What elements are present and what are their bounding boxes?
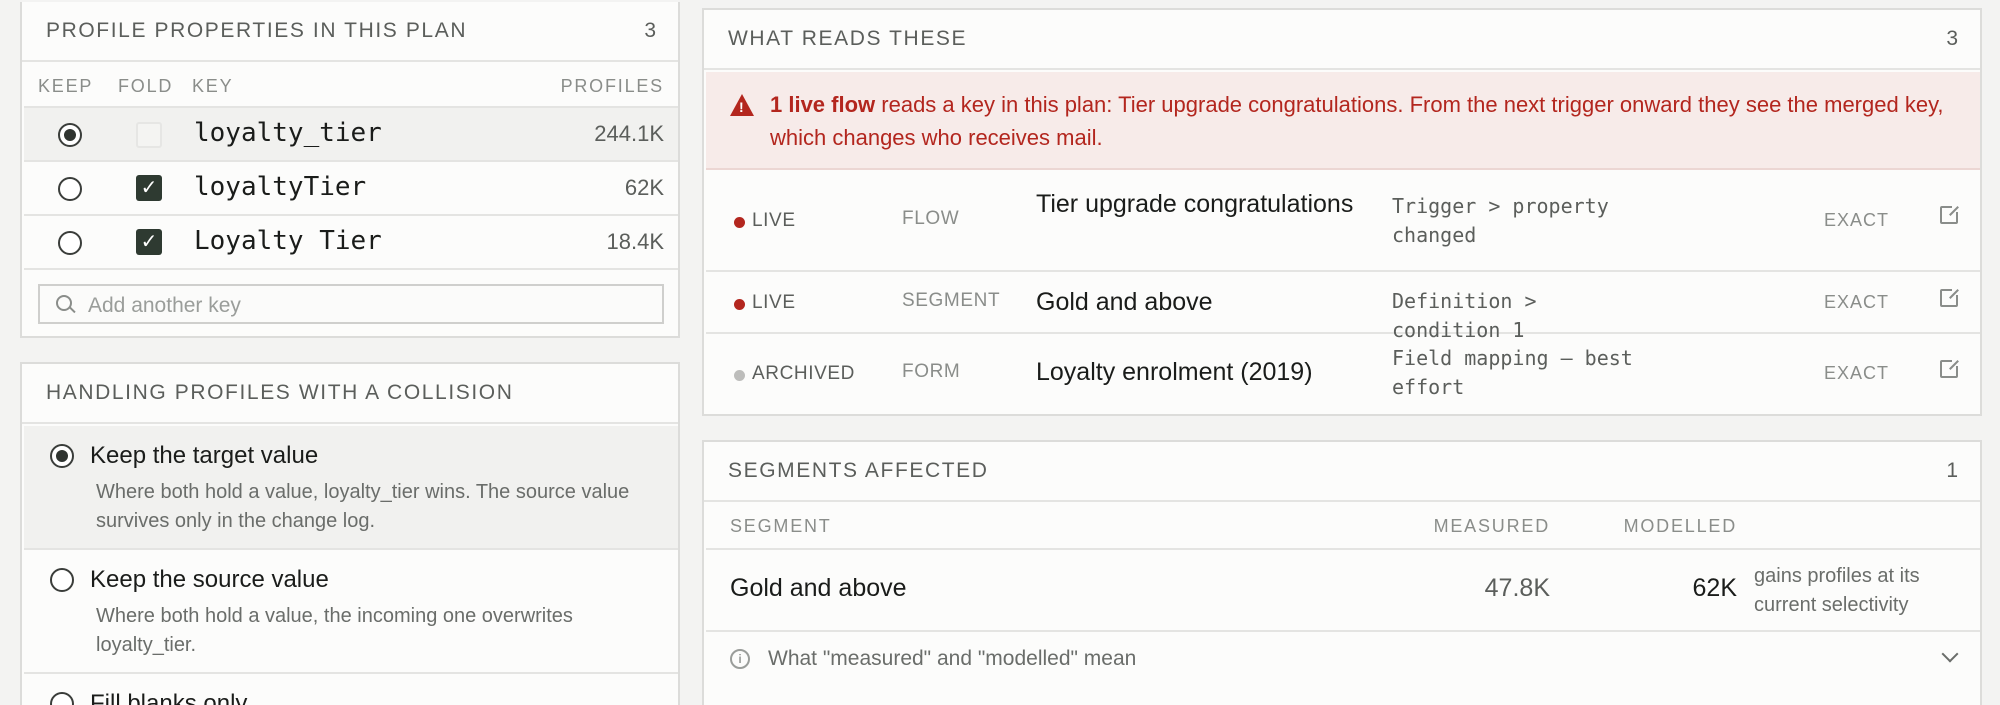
explainer-label: What "measured" and "modelled" mean <box>768 647 1137 670</box>
status-dot <box>734 370 745 381</box>
property-profiles: 62K <box>624 175 664 200</box>
reader-status: LIVE <box>752 210 796 231</box>
warning-strong: 1 live flow <box>770 92 876 117</box>
option-radio[interactable] <box>50 568 74 592</box>
what-reads-these-panel: WHAT READS THESE 3 ! 1 live flow reads a… <box>702 8 1982 416</box>
profile-properties-panel: PROFILE PROPERTIES IN THIS PLAN 3 KEEP F… <box>20 2 680 338</box>
segments-affected-panel: SEGMENTS AFFECTED 1 SEGMENT MEASURED MOD… <box>702 440 1982 705</box>
segment-row[interactable]: Gold and above 47.8K 62K gains profiles … <box>706 548 1980 632</box>
reader-kind: FLOW <box>902 208 960 229</box>
option-description: Where both hold a value, the incoming on… <box>96 605 573 656</box>
reader-kind: FORM <box>902 361 961 382</box>
option-radio[interactable] <box>50 692 74 705</box>
option-label: Keep the source value <box>90 566 329 593</box>
live-flow-warning: ! 1 live flow reads a key in this plan: … <box>706 72 1980 170</box>
fold-checkbox[interactable] <box>136 122 162 148</box>
property-profiles: 18.4K <box>606 229 665 254</box>
external-link-icon[interactable] <box>1940 202 1962 224</box>
match-type: EXACT <box>1824 292 1890 312</box>
external-link-icon[interactable] <box>1940 285 1962 307</box>
segment-name: Gold and above <box>730 574 907 602</box>
panel-title: WHAT READS THESE <box>728 27 968 50</box>
property-key: loyaltyTier <box>194 172 367 202</box>
reader-status: ARCHIVED <box>752 363 855 384</box>
match-type: EXACT <box>1824 363 1890 383</box>
reader-row[interactable]: LIVE SEGMENT Gold and above Definition >… <box>706 272 1980 342</box>
keep-radio[interactable] <box>58 231 82 255</box>
add-key-placeholder: Add another key <box>88 294 241 317</box>
keep-radio[interactable] <box>58 123 82 147</box>
reader-name: Gold and above <box>1036 288 1213 316</box>
segment-measured: 47.8K <box>1484 574 1550 602</box>
property-key: Loyalty Tier <box>194 226 382 256</box>
collision-option-fill-blanks[interactable]: Fill blanks only <box>24 674 678 705</box>
panel-title: SEGMENTS AFFECTED <box>728 459 989 482</box>
column-modelled: MODELLED <box>1623 516 1737 536</box>
reader-name: Tier upgrade congratulations <box>1036 190 1354 218</box>
segment-note: gains profiles at its current selectivit… <box>1754 565 1920 616</box>
fold-checkbox[interactable]: ✓ <box>136 175 162 201</box>
search-icon <box>56 295 72 311</box>
match-type: EXACT <box>1824 210 1890 230</box>
status-dot <box>734 217 745 228</box>
column-fold: FOLD <box>118 76 174 96</box>
column-segment: SEGMENT <box>730 516 832 536</box>
panel-title: PROFILE PROPERTIES IN THIS PLAN <box>46 19 468 42</box>
option-radio[interactable] <box>50 444 74 468</box>
property-row[interactable]: ✓ Loyalty Tier 18.4K <box>24 216 678 270</box>
keep-radio[interactable] <box>58 177 82 201</box>
reader-name: Loyalty enrolment (2019) <box>1036 358 1313 386</box>
property-row[interactable]: loyalty_tier 244.1K <box>24 108 678 162</box>
panel-count: 1 <box>1946 459 1958 482</box>
reader-row[interactable]: ARCHIVED FORM Loyalty enrolment (2019) F… <box>706 334 1980 414</box>
reader-path: Trigger > property changed <box>1392 194 1609 247</box>
option-description: Where both hold a value, loyalty_tier wi… <box>96 481 630 532</box>
column-measured: MEASURED <box>1433 516 1550 536</box>
panel-title: HANDLING PROFILES WITH A COLLISION <box>46 381 514 404</box>
chevron-down-icon[interactable] <box>1941 645 1959 663</box>
collision-option-keep-source[interactable]: Keep the source value Where both hold a … <box>24 550 678 674</box>
reader-path: Field mapping — best effort <box>1392 346 1633 399</box>
property-row[interactable]: ✓ loyaltyTier 62K <box>24 162 678 216</box>
status-dot <box>734 299 745 310</box>
collision-option-keep-target[interactable]: Keep the target value Where both hold a … <box>24 426 678 550</box>
warning-icon: ! <box>730 94 754 116</box>
column-keep: KEEP <box>38 76 94 96</box>
property-key: loyalty_tier <box>194 118 382 148</box>
segment-modelled: 62K <box>1692 574 1737 602</box>
column-key: KEY <box>192 76 234 96</box>
external-link-icon[interactable] <box>1940 356 1962 378</box>
panel-count: 3 <box>1946 27 1958 50</box>
reader-row[interactable]: LIVE FLOW Tier upgrade congratulations T… <box>706 172 1980 272</box>
panel-count: 3 <box>644 19 656 42</box>
reader-kind: SEGMENT <box>902 290 1001 311</box>
measured-modelled-explainer[interactable]: i What "measured" and "modelled" mean <box>706 632 1980 688</box>
option-label: Keep the target value <box>90 442 319 469</box>
fold-checkbox[interactable]: ✓ <box>136 229 162 255</box>
property-profiles: 244.1K <box>594 121 664 146</box>
add-key-input[interactable]: Add another key <box>38 284 664 324</box>
info-icon: i <box>730 649 750 669</box>
warning-rest: reads a key in this plan: Tier upgrade c… <box>770 92 1944 150</box>
option-label: Fill blanks only <box>90 690 248 705</box>
column-profiles: PROFILES <box>560 76 664 96</box>
warning-text: 1 live flow reads a key in this plan: Ti… <box>770 88 1960 154</box>
reader-status: LIVE <box>752 292 796 313</box>
collision-handling-panel: HANDLING PROFILES WITH A COLLISION Keep … <box>20 362 680 705</box>
